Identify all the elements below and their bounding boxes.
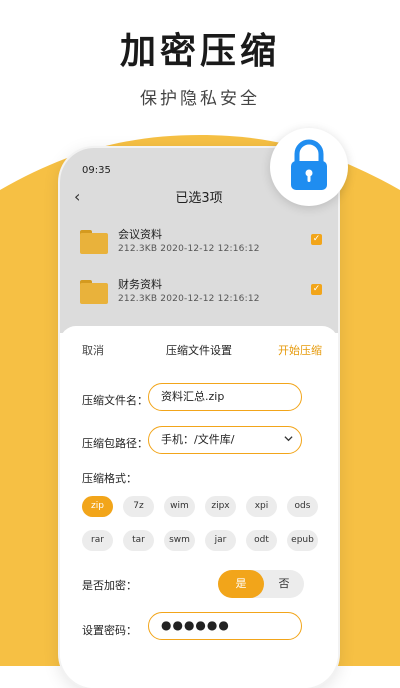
format-chip-zipx[interactable]: zipx <box>205 496 236 517</box>
format-chip-epub[interactable]: epub <box>287 530 318 551</box>
lock-badge <box>270 128 348 206</box>
subline: 保护隐私安全 <box>140 89 260 109</box>
start-compress-button[interactable]: 开始压缩 <box>278 342 322 358</box>
encrypt-yes-option[interactable]: 是 <box>218 570 264 598</box>
checkbox-checked-icon[interactable]: ✓ <box>311 284 322 295</box>
file-name: 会议资料 <box>118 228 162 241</box>
headline: 加密压缩 <box>119 31 280 72</box>
file-name: 财务资料 <box>118 278 162 291</box>
chevron-down-icon <box>284 436 293 442</box>
format-label: 压缩格式： <box>82 472 137 485</box>
list-item[interactable]: 财务资料 212.3KB 2020-12-12 12:16:12 ✓ <box>78 276 322 316</box>
encrypt-no-option[interactable]: 否 <box>264 570 304 598</box>
password-label: 设置密码： <box>82 624 137 637</box>
list-item[interactable]: 会议资料 212.3KB 2020-12-12 12:16:12 ✓ <box>78 226 322 266</box>
format-chip-rar[interactable]: rar <box>82 530 113 551</box>
file-meta: 212.3KB 2020-12-12 12:16:12 <box>118 244 260 254</box>
compress-settings-sheet: 取消 压缩文件设置 开始压缩 压缩文件名： 资料汇总.zip 压缩包路径： 手机… <box>60 326 338 688</box>
format-chip-zip[interactable]: zip <box>82 496 113 517</box>
format-chip-ods[interactable]: ods <box>287 496 318 517</box>
filename-label: 压缩文件名： <box>82 394 148 407</box>
encrypt-toggle[interactable]: 是 否 <box>218 570 304 598</box>
format-chip-xpi[interactable]: xpi <box>246 496 277 517</box>
format-chip-wim[interactable]: wim <box>164 496 195 517</box>
format-chip-tar[interactable]: tar <box>123 530 154 551</box>
format-chip-swm[interactable]: swm <box>164 530 195 551</box>
file-meta: 212.3KB 2020-12-12 12:16:12 <box>118 294 260 304</box>
path-select[interactable]: 手机：/文件库/ <box>148 426 302 454</box>
format-chip-7z[interactable]: 7z <box>123 496 154 517</box>
path-value: 手机：/文件库/ <box>161 433 235 446</box>
filename-input[interactable]: 资料汇总.zip <box>148 383 302 411</box>
folder-icon <box>80 230 108 254</box>
folder-icon <box>80 280 108 304</box>
status-time: 09:35 <box>82 165 111 176</box>
password-input[interactable]: ●●●●●● <box>148 612 302 640</box>
format-chip-odt[interactable]: odt <box>246 530 277 551</box>
path-label: 压缩包路径： <box>82 437 148 450</box>
encrypt-label: 是否加密： <box>82 579 137 592</box>
format-chip-jar[interactable]: jar <box>205 530 236 551</box>
phone-screen: 09:35 ‹ 已选3项 会议资料 212.3KB 2020-12-12 12:… <box>60 148 338 688</box>
lock-icon <box>291 139 327 190</box>
checkbox-checked-icon[interactable]: ✓ <box>311 234 322 245</box>
